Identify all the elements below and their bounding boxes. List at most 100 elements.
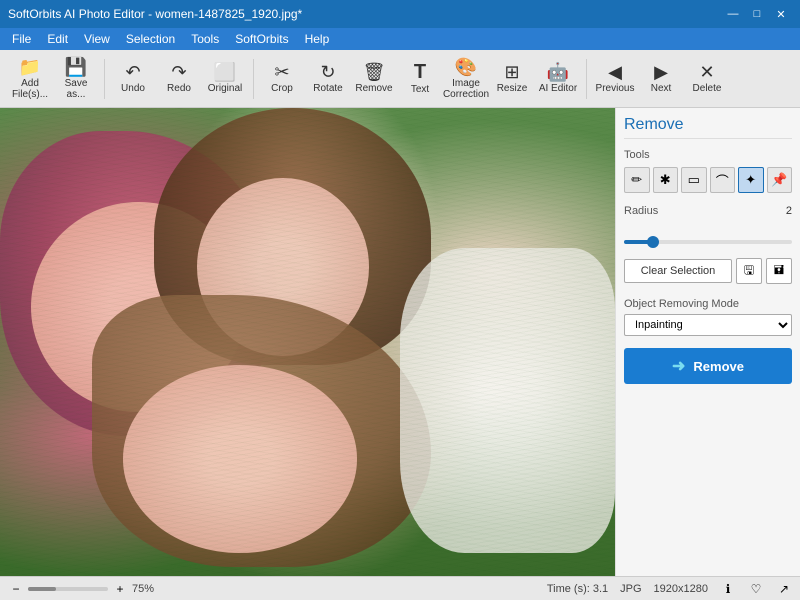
resize-label: Resize (497, 83, 528, 94)
previous-button[interactable]: ◀ Previous (593, 54, 637, 104)
next-icon: ▶ (654, 63, 668, 81)
ai-editor-label: AI Editor (539, 83, 577, 94)
object-removing-mode-select[interactable]: Inpainting Smart Fill Content Aware (624, 314, 792, 336)
photo-element (400, 248, 615, 552)
info-button[interactable]: ℹ (720, 581, 736, 597)
next-button[interactable]: ▶ Next (639, 54, 683, 104)
zoom-area: − + 75% (8, 581, 154, 597)
menu-tools[interactable]: Tools (183, 30, 227, 48)
radius-value: 2 (786, 205, 792, 217)
save-as-icon: 💾 (65, 58, 87, 76)
menu-file[interactable]: File (4, 30, 39, 48)
object-removing-mode-label: Object Removing Mode (624, 298, 792, 310)
canvas-area[interactable] (0, 108, 615, 576)
remove-toolbar-label: Remove (355, 83, 392, 94)
zoom-slider-track[interactable] (28, 587, 108, 591)
zoom-in-button[interactable]: + (112, 581, 128, 597)
window-controls: — □ ✕ (722, 3, 792, 25)
menu-view[interactable]: View (76, 30, 118, 48)
pin-tool-button[interactable]: 📌 (767, 167, 793, 193)
zoom-out-button[interactable]: − (8, 581, 24, 597)
rect-select-tool-button[interactable]: ▭ (681, 167, 707, 193)
status-info: Time (s): 3.1 JPG 1920x1280 ℹ ♡ ↗ (547, 581, 792, 597)
load-selection-button[interactable]: 🖬 (766, 258, 792, 284)
remove-toolbar-button[interactable]: 🗑 Remove (352, 54, 396, 104)
crop-button[interactable]: ✂ Crop (260, 54, 304, 104)
ai-editor-icon: 🤖 (547, 63, 569, 81)
share-button[interactable]: ↗ (776, 581, 792, 597)
text-button[interactable]: T Text (398, 54, 442, 104)
magic-wand-tool-button[interactable]: ✦ (738, 167, 764, 193)
star-pen-tool-button[interactable]: ✱ (653, 167, 679, 193)
photo-background (0, 108, 615, 576)
maximize-button[interactable]: □ (746, 3, 768, 25)
resize-button[interactable]: ⊞ Resize (490, 54, 534, 104)
original-icon: ⬜ (214, 63, 236, 81)
undo-label: Undo (121, 83, 145, 94)
original-button[interactable]: ⬜ Original (203, 54, 247, 104)
undo-button[interactable]: ↶ Undo (111, 54, 155, 104)
radius-row: Radius 2 (624, 205, 792, 217)
rotate-label: Rotate (313, 83, 342, 94)
rotate-button[interactable]: ↻ Rotate (306, 54, 350, 104)
remove-arrow-icon: ➜ (672, 356, 685, 376)
previous-label: Previous (596, 83, 635, 94)
status-bar: − + 75% Time (s): 3.1 JPG 1920x1280 ℹ ♡ … (0, 576, 800, 600)
remove-button-label: Remove (693, 359, 744, 374)
crop-icon: ✂ (274, 63, 289, 81)
add-files-icon: 📁 (19, 58, 41, 76)
delete-button[interactable]: ✕ Delete (685, 54, 729, 104)
next-label: Next (651, 83, 672, 94)
radius-slider[interactable] (624, 240, 792, 244)
zoom-slider-fill (28, 587, 56, 591)
heart-button[interactable]: ♡ (748, 581, 764, 597)
text-icon: T (414, 62, 426, 82)
undo-icon: ↶ (125, 63, 140, 81)
ai-editor-button[interactable]: 🤖 AI Editor (536, 54, 580, 104)
title-text: SoftOrbits AI Photo Editor - women-14878… (8, 7, 722, 21)
redo-label: Redo (167, 83, 191, 94)
right-panel: Remove Tools ✏ ✱ ▭ ⌒ ✦ 📌 Radius 2 Clear … (615, 108, 800, 576)
add-files-label: Add File(s)... (9, 78, 51, 100)
save-as-button[interactable]: 💾 Save as... (54, 54, 98, 104)
save-as-label: Save as... (55, 78, 97, 100)
photo-element (123, 365, 357, 552)
save-selection-button[interactable]: 🖫 (736, 258, 762, 284)
text-label: Text (411, 84, 429, 95)
main-area: Remove Tools ✏ ✱ ▭ ⌒ ✦ 📌 Radius 2 Clear … (0, 108, 800, 576)
image-correction-button[interactable]: 🎨 Image Correction (444, 54, 488, 104)
redo-icon: ↷ (171, 63, 186, 81)
toolbar: 📁 Add File(s)... 💾 Save as... ↶ Undo ↷ R… (0, 50, 800, 108)
image-correction-icon: 🎨 (455, 58, 477, 76)
lasso-tool-button[interactable]: ⌒ (710, 167, 736, 193)
minimize-button[interactable]: — (722, 3, 744, 25)
tools-label: Tools (624, 149, 792, 161)
title-bar: SoftOrbits AI Photo Editor - women-14878… (0, 0, 800, 28)
add-files-button[interactable]: 📁 Add File(s)... (8, 54, 52, 104)
clear-selection-button[interactable]: Clear Selection (624, 259, 732, 283)
zoom-level: 75% (132, 583, 154, 595)
tools-row: ✏ ✱ ▭ ⌒ ✦ 📌 (624, 167, 792, 193)
remove-toolbar-icon: 🗑 (363, 63, 386, 81)
panel-title: Remove (624, 116, 792, 139)
image-correction-label: Image Correction (443, 78, 489, 100)
action-row: Clear Selection 🖫 🖬 (624, 258, 792, 284)
previous-icon: ◀ (608, 63, 622, 81)
format-info: JPG (620, 583, 641, 595)
close-button[interactable]: ✕ (770, 3, 792, 25)
menu-help[interactable]: Help (297, 30, 338, 48)
pen-tool-button[interactable]: ✏ (624, 167, 650, 193)
menu-softorbits[interactable]: SoftOrbits (227, 30, 296, 48)
time-info: Time (s): 3.1 (547, 583, 608, 595)
delete-icon: ✕ (699, 63, 714, 81)
original-label: Original (208, 83, 242, 94)
rotate-icon: ↻ (320, 63, 335, 81)
crop-label: Crop (271, 83, 293, 94)
redo-button[interactable]: ↷ Redo (157, 54, 201, 104)
dimensions-info: 1920x1280 (654, 583, 708, 595)
menu-edit[interactable]: Edit (39, 30, 76, 48)
menu-selection[interactable]: Selection (118, 30, 183, 48)
delete-label: Delete (693, 83, 722, 94)
remove-button[interactable]: ➜ Remove (624, 348, 792, 384)
radius-label: Radius (624, 205, 780, 217)
